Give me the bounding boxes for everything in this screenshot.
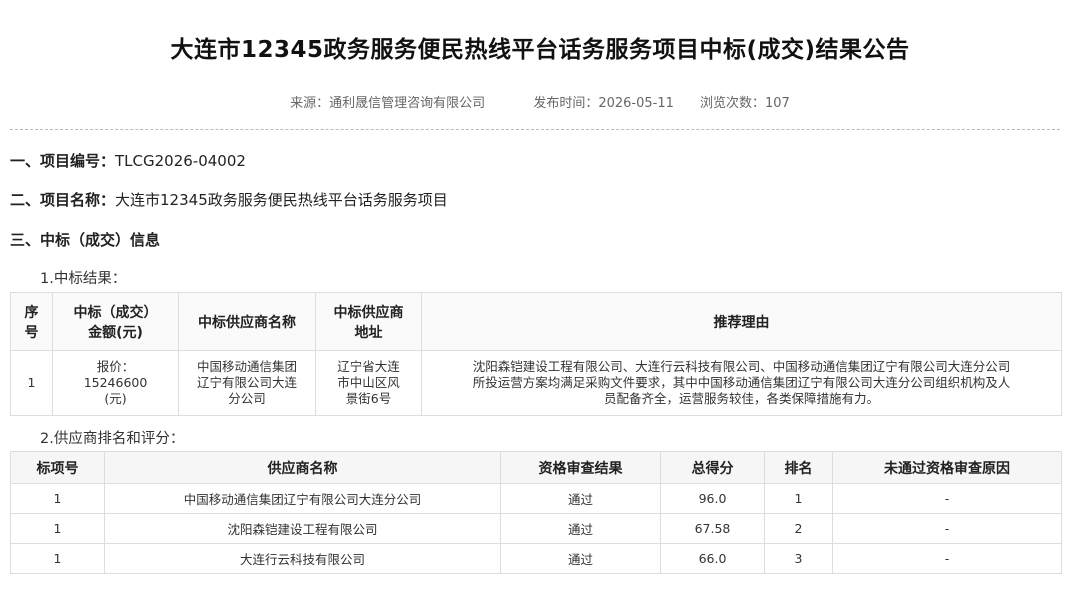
- ranking-heading: 2.供应商排名和评分：: [40, 431, 185, 447]
- project-name: 二、项目名称：大连市12345政务服务便民热线平台话务服务项目: [10, 189, 448, 210]
- cell-rank: 3: [764, 543, 833, 574]
- project-number-label: 一、项目编号：: [10, 152, 116, 170]
- table-header-row: 标项号 供应商名称 资格审查结果 总得分 排名 未通过资格审查原因: [10, 451, 1062, 484]
- cell-supplier: 大连行云科技有限公司: [104, 543, 501, 574]
- award-info-heading: 三、中标（成交）信息: [10, 229, 160, 250]
- cell-lot: 1: [10, 483, 105, 514]
- header-supplier-address: 中标供应商 地址: [315, 292, 422, 351]
- publish-time: 发布时间：2026-05-11: [533, 96, 674, 111]
- divider: [10, 129, 1060, 130]
- header-rank: 排名: [764, 451, 833, 484]
- cell-rank: 2: [764, 513, 833, 544]
- announcement-page: 大连市12345政务服务便民热线平台话务服务项目中标(成交)结果公告 来源：通利…: [0, 0, 1080, 595]
- project-name-label: 二、项目名称：: [10, 191, 116, 209]
- header-qualification: 资格审查结果: [500, 451, 661, 484]
- cell-supplier: 沈阳森铠建设工程有限公司: [104, 513, 501, 544]
- cell-supplier: 中国移动通信集团辽宁有限公司大连分公司: [104, 483, 501, 514]
- ranking-table: 标项号 供应商名称 资格审查结果 总得分 排名 未通过资格审查原因 1 中国移动…: [10, 451, 1062, 574]
- award-result-heading: 1.中标结果：: [40, 271, 127, 287]
- header-fail-reason: 未通过资格审查原因: [832, 451, 1062, 484]
- meta-line: 来源：通利晟信管理咨询有限公司 发布时间：2026-05-11 浏览次数：107: [0, 92, 1080, 111]
- cell-amount: 报价： 15246600 (元): [52, 350, 179, 416]
- header-reason: 推荐理由: [421, 292, 1062, 351]
- header-supplier-name: 中标供应商名称: [178, 292, 316, 351]
- header-lot: 标项号: [10, 451, 105, 484]
- table-row: 1 中国移动通信集团辽宁有限公司大连分公司 通过 96.0 1 -: [10, 483, 1062, 514]
- project-number: 一、项目编号：TLCG2026-04002: [10, 150, 246, 171]
- cell-fail-reason: -: [832, 483, 1062, 514]
- cell-qualification: 通过: [500, 483, 661, 514]
- project-name-value: 大连市12345政务服务便民热线平台话务服务项目: [115, 191, 448, 209]
- table-row: 1 报价： 15246600 (元) 中国移动通信集团 辽宁有限公司大连 分公司 辽宁省…: [10, 350, 1062, 416]
- source-text: 来源：通利晟信管理咨询有限公司: [290, 96, 486, 111]
- cell-score: 96.0: [660, 483, 765, 514]
- cell-lot: 1: [10, 543, 105, 574]
- project-number-value: TLCG2026-04002: [115, 152, 246, 170]
- cell-supplier-name: 中国移动通信集团 辽宁有限公司大连 分公司: [178, 350, 316, 416]
- cell-supplier-address: 辽宁省大连 市中山区风 景街6号: [315, 350, 422, 416]
- table-row: 1 沈阳森铠建设工程有限公司 通过 67.58 2 -: [10, 513, 1062, 544]
- table-row: 1 大连行云科技有限公司 通过 66.0 3 -: [10, 543, 1062, 574]
- cell-score: 67.58: [660, 513, 765, 544]
- cell-fail-reason: -: [832, 543, 1062, 574]
- cell-score: 66.0: [660, 543, 765, 574]
- cell-qualification: 通过: [500, 543, 661, 574]
- award-result-table: 序号 中标（成交） 金额(元) 中标供应商名称 中标供应商 地址 推荐理由 1 报价…: [10, 292, 1062, 416]
- cell-lot: 1: [10, 513, 105, 544]
- page-title: 大连市12345政务服务便民热线平台话务服务项目中标(成交)结果公告: [170, 37, 910, 63]
- cell-rank: 1: [764, 483, 833, 514]
- header-index: 序号: [10, 292, 53, 351]
- cell-reason: 沈阳森铠建设工程有限公司、大连行云科技有限公司、中国移动通信集团辽宁有限公司大连…: [421, 350, 1062, 416]
- award-info-label: 三、中标（成交）信息: [10, 231, 161, 249]
- table-header-row: 序号 中标（成交） 金额(元) 中标供应商名称 中标供应商 地址 推荐理由: [10, 292, 1062, 351]
- header-amount: 中标（成交） 金额(元): [52, 292, 179, 351]
- view-count: 浏览次数：107: [700, 96, 790, 111]
- header-supplier: 供应商名称: [104, 451, 501, 484]
- cell-index: 1: [10, 350, 53, 416]
- cell-qualification: 通过: [500, 513, 661, 544]
- cell-fail-reason: -: [832, 513, 1062, 544]
- header-score: 总得分: [660, 451, 765, 484]
